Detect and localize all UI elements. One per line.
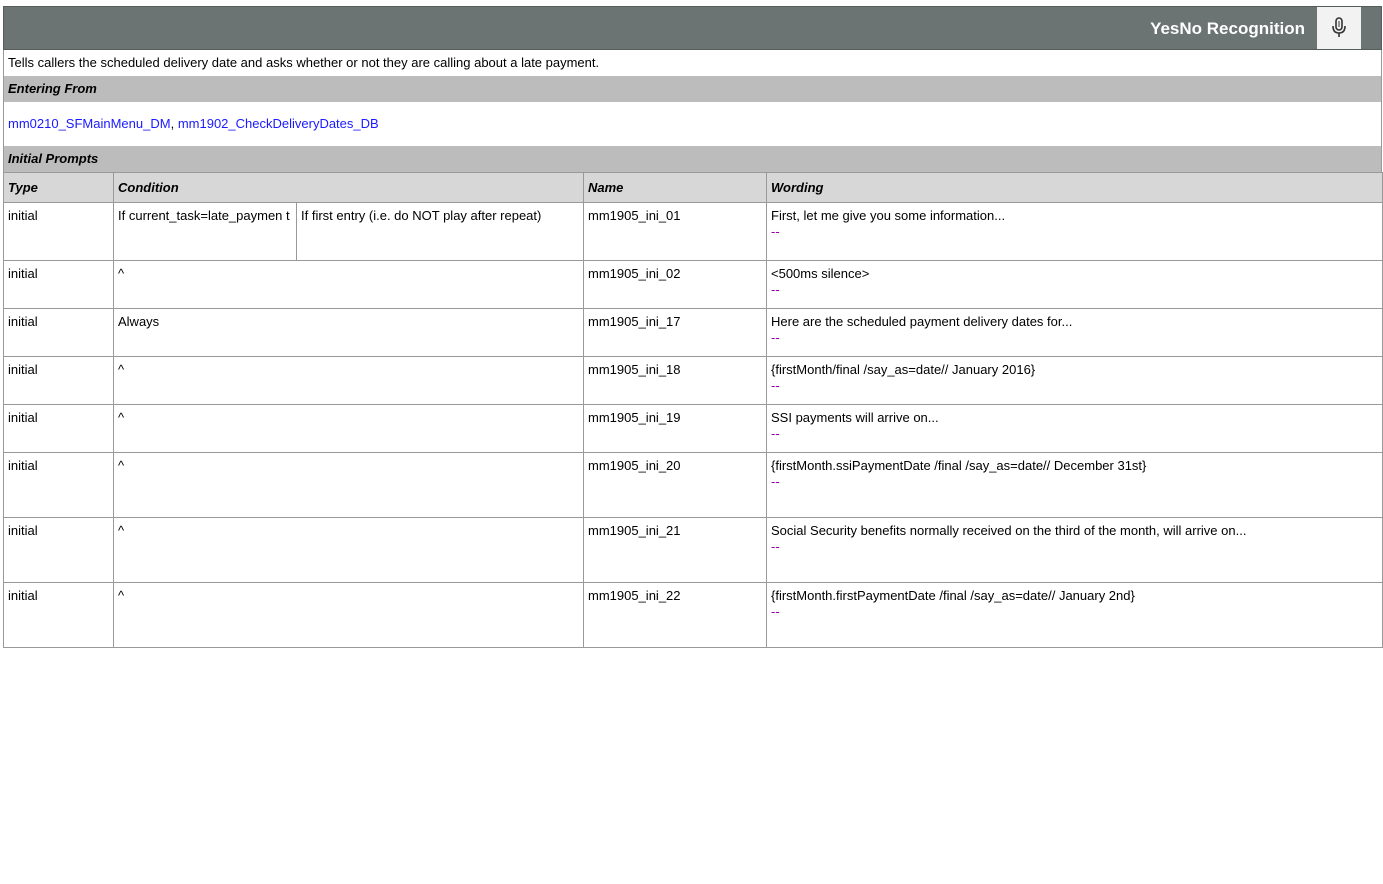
cell-condition: ^ bbox=[113, 517, 584, 583]
cell-name: mm1905_ini_20 bbox=[583, 452, 767, 518]
cell-wording: First, let me give you some information.… bbox=[766, 202, 1383, 261]
entering-from-heading: Entering From bbox=[3, 76, 1382, 102]
cell-type: initial bbox=[3, 582, 114, 648]
cell-condition: ^ bbox=[113, 404, 584, 453]
state-description: Tells callers the scheduled delivery dat… bbox=[3, 50, 1382, 76]
cell-name: mm1905_ini_17 bbox=[583, 308, 767, 357]
cell-wording: Here are the scheduled payment delivery … bbox=[766, 308, 1383, 357]
cell-condition: Always bbox=[113, 308, 584, 357]
table-row: initial If current_task=late_paymen t If… bbox=[3, 202, 1383, 261]
cell-name: mm1905_ini_21 bbox=[583, 517, 767, 583]
table-row: initial ^ mm1905_ini_22 {firstMonth.firs… bbox=[3, 582, 1383, 648]
table-row: initial ^ mm1905_ini_19 SSI payments wil… bbox=[3, 404, 1383, 453]
cell-type: initial bbox=[3, 404, 114, 453]
prompts-table: Type Condition Name Wording initial If c… bbox=[3, 172, 1383, 648]
cell-wording: {firstMonth.firstPaymentDate /final /say… bbox=[766, 582, 1383, 648]
link-separator: , bbox=[170, 116, 175, 131]
cell-name: mm1905_ini_18 bbox=[583, 356, 767, 405]
microphone-icon bbox=[1317, 7, 1361, 49]
wording-dash: -- bbox=[771, 330, 780, 345]
cell-name: mm1905_ini_02 bbox=[583, 260, 767, 309]
wording-dash: -- bbox=[771, 224, 780, 239]
col-condition: Condition bbox=[113, 172, 584, 203]
link-mm0210[interactable]: mm0210_SFMainMenu_DM bbox=[8, 116, 171, 131]
cell-condition-2: If first entry (i.e. do NOT play after r… bbox=[296, 202, 584, 261]
table-row: initial ^ mm1905_ini_02 <500ms silence> -… bbox=[3, 260, 1383, 309]
cell-condition: ^ bbox=[113, 356, 584, 405]
cell-condition-1: If current_task=late_paymen t bbox=[113, 202, 297, 261]
page-title: YesNo Recognition bbox=[1150, 19, 1305, 38]
wording-text: Social Security benefits normally receiv… bbox=[771, 523, 1247, 538]
link-mm1902[interactable]: mm1902_CheckDeliveryDates_DB bbox=[178, 116, 379, 131]
cell-type: initial bbox=[3, 202, 114, 261]
cell-wording: Social Security benefits normally receiv… bbox=[766, 517, 1383, 583]
col-wording: Wording bbox=[766, 172, 1383, 203]
wording-text: SSI payments will arrive on... bbox=[771, 410, 939, 425]
cell-name: mm1905_ini_19 bbox=[583, 404, 767, 453]
cell-name: mm1905_ini_22 bbox=[583, 582, 767, 648]
title-bar: YesNo Recognition bbox=[3, 6, 1382, 50]
wording-text: {firstMonth/final /say_as=date// January… bbox=[771, 362, 1036, 377]
cell-wording: {firstMonth/final /say_as=date// January… bbox=[766, 356, 1383, 405]
wording-dash: -- bbox=[771, 426, 780, 441]
wording-text: {firstMonth.firstPaymentDate /final /say… bbox=[771, 588, 1135, 603]
wording-dash: -- bbox=[771, 539, 780, 554]
wording-dash: -- bbox=[771, 282, 780, 297]
table-row: initial ^ mm1905_ini_21 Social Security … bbox=[3, 517, 1383, 583]
table-header-row: Type Condition Name Wording bbox=[3, 172, 1383, 203]
wording-text: First, let me give you some information.… bbox=[771, 208, 1006, 223]
initial-prompts-heading: Initial Prompts bbox=[3, 146, 1382, 172]
wording-dash: -- bbox=[771, 378, 780, 393]
cell-type: initial bbox=[3, 517, 114, 583]
wording-text: {firstMonth.ssiPaymentDate /final /say_a… bbox=[771, 458, 1147, 473]
cell-wording: {firstMonth.ssiPaymentDate /final /say_a… bbox=[766, 452, 1383, 518]
table-row: initial ^ mm1905_ini_20 {firstMonth.ssiP… bbox=[3, 452, 1383, 518]
col-name: Name bbox=[583, 172, 767, 203]
col-type: Type bbox=[3, 172, 114, 203]
wording-text: <500ms silence> bbox=[771, 266, 870, 281]
wording-dash: -- bbox=[771, 474, 780, 489]
cell-condition: ^ bbox=[113, 260, 584, 309]
cell-type: initial bbox=[3, 308, 114, 357]
cell-condition: ^ bbox=[113, 582, 584, 648]
table-row: initial Always mm1905_ini_17 Here are th… bbox=[3, 308, 1383, 357]
cell-name: mm1905_ini_01 bbox=[583, 202, 767, 261]
cell-type: initial bbox=[3, 356, 114, 405]
cell-wording: <500ms silence> -- bbox=[766, 260, 1383, 309]
entering-from-links: mm0210_SFMainMenu_DM, mm1902_CheckDelive… bbox=[3, 102, 1382, 146]
wording-text: Here are the scheduled payment delivery … bbox=[771, 314, 1073, 329]
cell-condition: ^ bbox=[113, 452, 584, 518]
cell-type: initial bbox=[3, 452, 114, 518]
wording-dash: -- bbox=[771, 604, 780, 619]
spec-page: YesNo Recognition Tells callers the sche… bbox=[3, 6, 1383, 648]
table-row: initial ^ mm1905_ini_18 {firstMonth/fina… bbox=[3, 356, 1383, 405]
cell-wording: SSI payments will arrive on... -- bbox=[766, 404, 1383, 453]
cell-type: initial bbox=[3, 260, 114, 309]
